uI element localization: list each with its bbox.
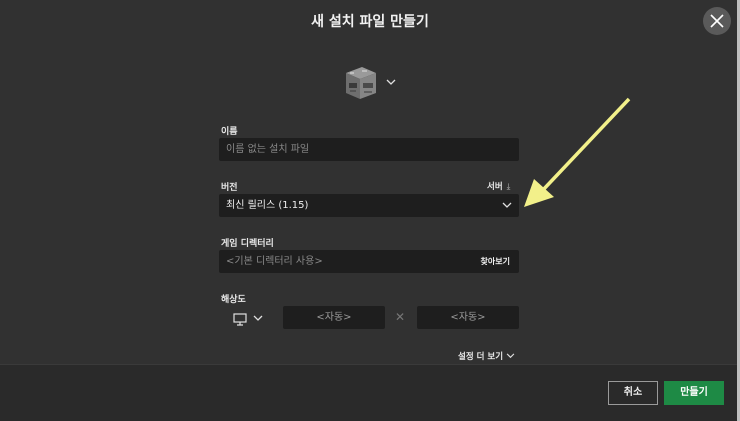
chevron-down-icon — [506, 353, 515, 359]
resolution-separator: ✕ — [395, 310, 406, 324]
name-input[interactable]: 이름 없는 설치 파일 — [219, 138, 519, 161]
more-settings-toggle[interactable]: 설정 더 보기 — [458, 350, 515, 362]
server-link-label: 서버 — [487, 182, 503, 192]
resolution-height-input[interactable]: <자동> — [417, 306, 519, 329]
version-label: 버전 — [221, 183, 238, 193]
installation-icon-picker[interactable] — [342, 65, 402, 101]
annotation-arrow-icon — [524, 97, 631, 207]
monitor-icon — [233, 313, 247, 326]
game-directory-input[interactable]: <기본 디렉터리 사용> 찾아보기 — [219, 250, 519, 273]
new-installation-dialog: 새 설치 파일 만들기 이름 이름 없는 설치 파일 버전 서버 ⤓ 최신 릴리… — [0, 0, 740, 421]
resolution-preset-select[interactable] — [233, 311, 267, 326]
browse-button[interactable]: 찾아보기 — [481, 250, 510, 273]
game-directory-label: 게임 디렉터리 — [221, 239, 274, 249]
close-icon — [710, 14, 724, 28]
version-select[interactable]: 최신 릴리스 (1.15) — [219, 194, 519, 217]
server-download-link[interactable]: 서버 ⤓ — [487, 180, 510, 192]
create-button[interactable]: 만들기 — [664, 381, 724, 405]
cancel-button[interactable]: 취소 — [608, 381, 658, 405]
game-directory-placeholder: <기본 디렉터리 사용> — [226, 256, 323, 267]
name-label: 이름 — [221, 127, 238, 137]
dialog-title: 새 설치 파일 만들기 — [311, 14, 429, 30]
resolution-width-input[interactable]: <자동> — [283, 306, 385, 329]
resolution-label: 해상도 — [221, 295, 246, 305]
close-button[interactable] — [703, 7, 731, 35]
chevron-down-icon — [253, 315, 263, 321]
chevron-down-icon — [386, 79, 396, 85]
furnace-block-icon — [346, 67, 376, 99]
version-selected-value: 최신 릴리스 (1.15) — [226, 200, 309, 211]
more-settings-label: 설정 더 보기 — [458, 352, 504, 362]
